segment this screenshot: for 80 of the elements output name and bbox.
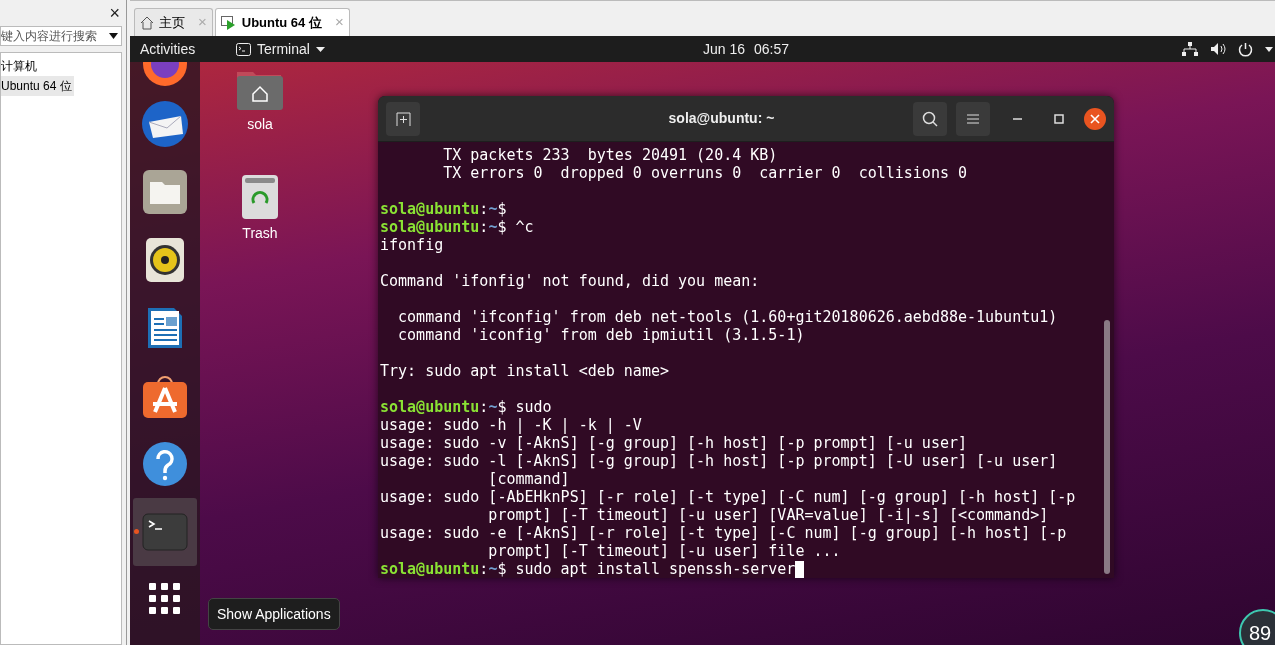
tree-item[interactable]: 计算机 (1, 56, 39, 76)
new-tab-button[interactable] (386, 101, 420, 136)
terminal-output: Command 'ifonfig' not found, did you mean: (380, 272, 760, 290)
tab[interactable]: 主页 × (134, 8, 213, 36)
play-window-icon (220, 15, 237, 30)
app-grid-icon[interactable] (149, 583, 181, 615)
network-icon[interactable] (1182, 42, 1198, 56)
terminal-output: TX packets 233 bytes 20491 (20.4 KB) (442, 146, 778, 164)
prompt-symbol: $ (497, 398, 507, 416)
prompt-symbol: $ (497, 560, 507, 578)
speaker-icon[interactable] (146, 238, 184, 282)
terminal-output: usage: sudo -h | -K | -k | -V (380, 416, 642, 434)
terminal-output: TX errors 0 dropped 0 overruns 0 carrier 0 collisions 0 (442, 164, 967, 182)
maximize-icon (1054, 113, 1064, 124)
prompt-path: ~ (488, 200, 498, 218)
terminal-output: usage: sudo -l [-AknS] [-g group] [-h host] [-p prompt] [-U user] [-u user] (380, 452, 1058, 470)
terminal-output: ifonfig (380, 236, 444, 254)
command-text: sudo (515, 398, 552, 416)
prompt-user: sola@ubuntu (380, 218, 480, 236)
prompt-separator: : (479, 200, 489, 218)
tree-item[interactable]: Ubuntu 64 位 (1, 76, 74, 96)
search-button[interactable] (913, 101, 947, 136)
scrollbar[interactable] (1104, 320, 1110, 574)
tab-label: 主页 (159, 13, 185, 32)
gauge-widget: 89 (1239, 609, 1275, 645)
close-button[interactable]: × (109, 4, 120, 22)
tab-label: Ubuntu 64 位 (241, 13, 322, 32)
document-icon[interactable] (146, 306, 184, 350)
tooltip: Show Applications (208, 598, 340, 630)
prompt-path: ~ (488, 398, 498, 416)
folder-icon[interactable] (143, 170, 187, 214)
tab[interactable]: Ubuntu 64 位 × (214, 8, 350, 36)
running-indicator (134, 529, 139, 534)
prompt-user: sola@ubuntu (380, 560, 480, 578)
terminal-output: [command] (487, 470, 570, 488)
prompt-separator: : (479, 398, 489, 416)
menu-icon (967, 113, 979, 124)
prompt-path: ~ (488, 218, 498, 236)
minimize-icon (1012, 117, 1022, 120)
prompt-separator: : (479, 218, 489, 236)
command-text: sudo apt install spenssh-server (515, 560, 796, 578)
terminal-icon (236, 42, 251, 56)
shopping-bag-icon[interactable] (143, 374, 187, 418)
prompt-separator: : (479, 560, 489, 578)
help-icon[interactable] (143, 442, 187, 486)
menu-button[interactable] (956, 101, 990, 136)
caret-icon (315, 46, 325, 52)
new-tab-icon (395, 111, 411, 126)
prompt-user: sola@ubuntu (380, 200, 480, 218)
terminal-output: Try: sudo apt install <deb name> (380, 362, 669, 380)
desktop-icon-label: sola (247, 115, 273, 134)
close-icon (1090, 113, 1100, 124)
search-field[interactable]: 键入内容进行搜索 (0, 26, 122, 46)
terminal-output: prompt] [-T timeout] [-u user] file ... (487, 542, 841, 560)
prompt-symbol: $ (497, 200, 507, 218)
app-menu[interactable]: Terminal (236, 38, 325, 60)
trash-icon[interactable] (242, 175, 278, 219)
terminal-output: command 'iconfig' from deb ipmiutil (3.1.5-1) (397, 326, 805, 344)
prompt-symbol: $ (497, 218, 507, 236)
dropdown-caret-icon[interactable] (109, 33, 118, 39)
prompt-path: ~ (488, 560, 498, 578)
command-text: ^c (515, 218, 534, 236)
search-icon (922, 110, 938, 127)
bird-envelope-icon[interactable] (141, 100, 189, 148)
terminal-output: usage: sudo -v [-AknS] [-g group] [-h host] [-p prompt] [-u user] (380, 434, 967, 452)
volume-icon[interactable] (1210, 42, 1226, 56)
caret-icon[interactable] (1265, 46, 1273, 52)
clock[interactable]: Jun 16 06:57 (703, 38, 790, 60)
power-icon[interactable] (1238, 41, 1253, 57)
close-button[interactable] (1084, 107, 1106, 130)
terminal-output: usage: sudo -e [-AknS] [-r role] [-t type] [-C num] [-g group] [-h host] [-p (380, 524, 1067, 542)
activities-button[interactable]: Activities (140, 38, 226, 60)
terminal-icon[interactable] (142, 513, 188, 551)
terminal-output: prompt] [-T timeout] [-u user] [VAR=value] [-i|-s] [<command>] (487, 506, 1049, 524)
terminal-output: command 'ifconfig' from deb net-tools (1.60+git20180626.aebd88e-1ubuntu1) (397, 308, 1058, 326)
prompt-user: sola@ubuntu (380, 398, 480, 416)
home-icon (140, 15, 154, 30)
desktop-icon-label: Trash (242, 224, 278, 243)
window-title: sola@ubuntu: ~ (667, 109, 776, 128)
terminal-output: usage: sudo [-AbEHknPS] [-r role] [-t type] [-C num] [-g group] [-h host] [-p (380, 488, 1076, 506)
